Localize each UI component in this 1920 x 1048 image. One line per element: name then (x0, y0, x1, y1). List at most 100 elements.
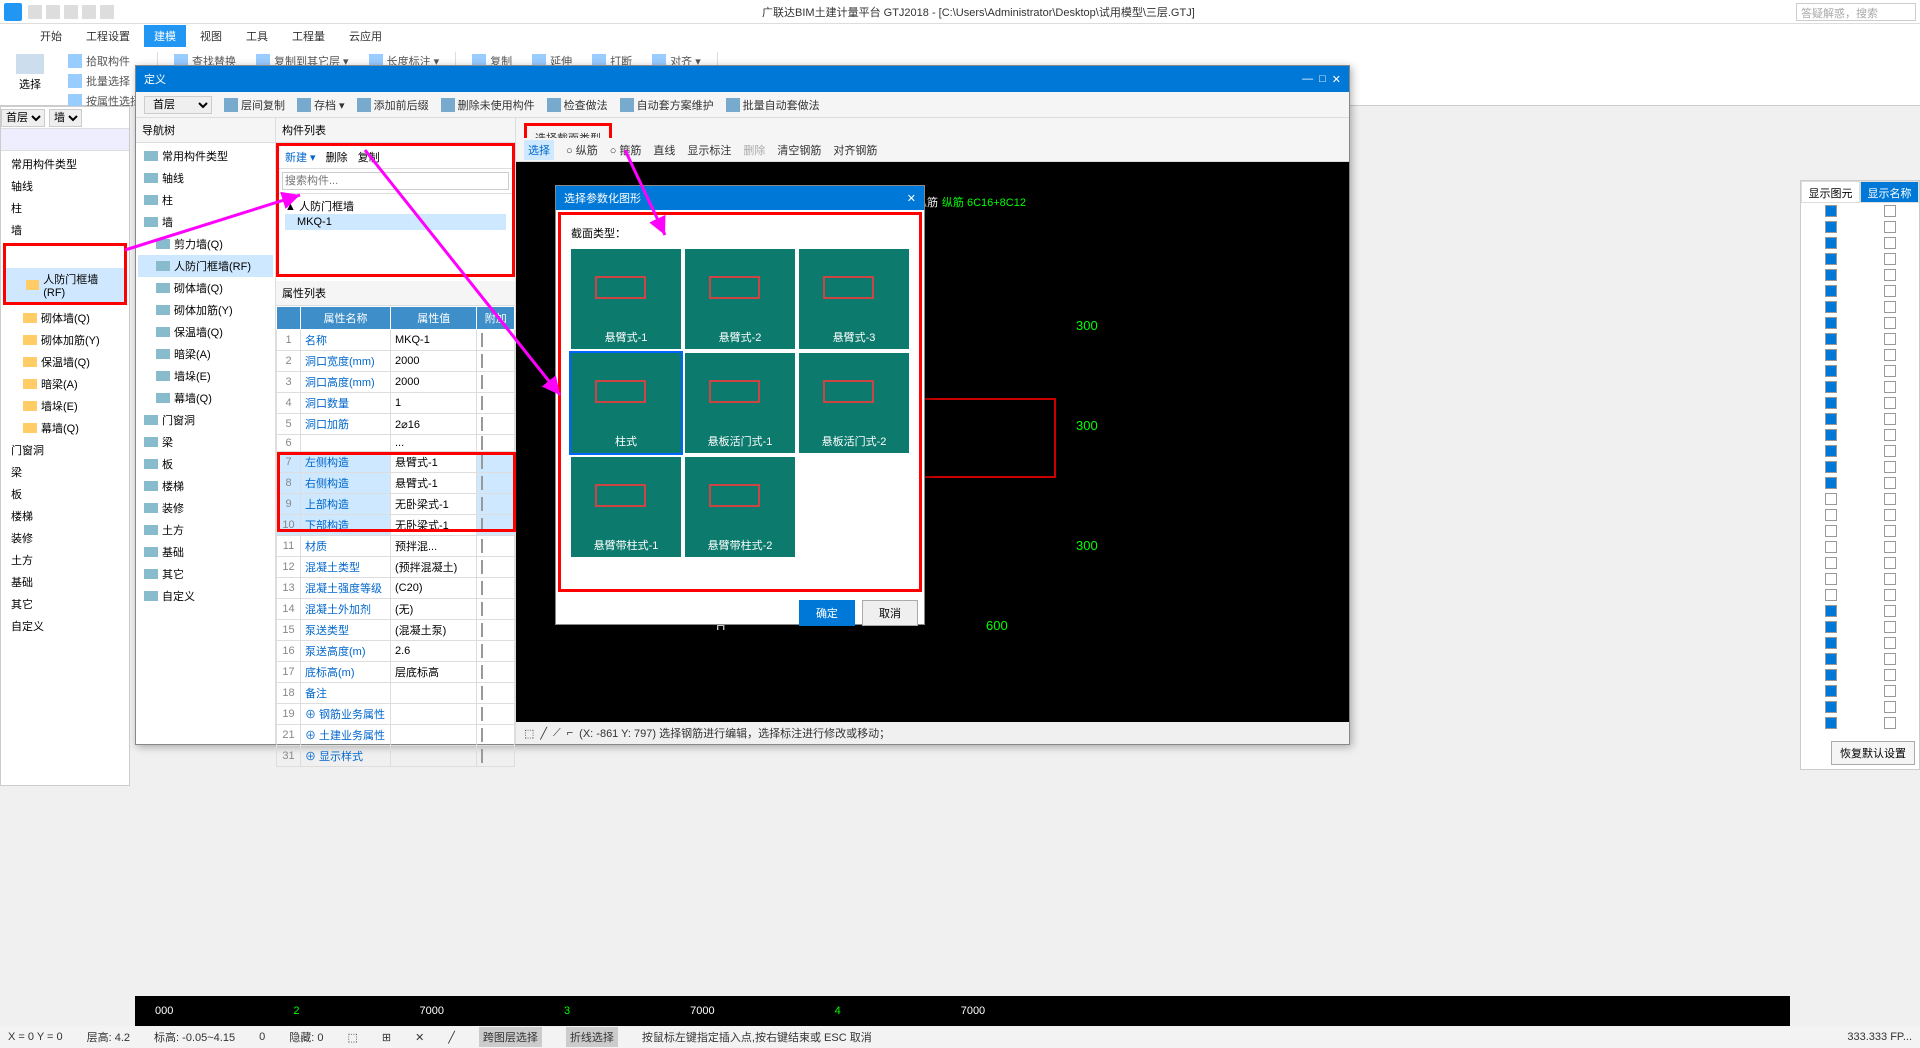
section-type-option[interactable]: 悬臂式-3 (799, 249, 909, 349)
nav-opening[interactable]: 门窗洞 (138, 409, 273, 431)
col-show-element[interactable]: 显示图元 (1801, 181, 1860, 203)
nav-hidden-beam[interactable]: 暗梁(A) (138, 343, 273, 365)
tree-wall[interactable]: 墙 (3, 219, 127, 241)
property-row[interactable]: 6... (277, 435, 515, 452)
visibility-row[interactable] (1801, 363, 1919, 379)
tree-masonry[interactable]: 砌体墙(Q) (3, 307, 127, 329)
visibility-row[interactable] (1801, 523, 1919, 539)
section-type-option[interactable]: 悬臂式-1 (571, 249, 681, 349)
sb-icon1[interactable]: ⬚ (347, 1031, 357, 1044)
def-floor-select[interactable]: 首层 (144, 96, 212, 114)
visibility-row[interactable] (1801, 715, 1919, 731)
tree-earth[interactable]: 土方 (3, 549, 127, 571)
visibility-row[interactable] (1801, 267, 1919, 283)
visibility-row[interactable] (1801, 539, 1919, 555)
section-type-option[interactable]: 悬臂带柱式-2 (685, 457, 795, 557)
comp-search-input[interactable] (282, 172, 509, 190)
qat-redo-icon[interactable] (100, 5, 114, 19)
tree-rf-wall[interactable]: 人防门框墙(RF) (6, 268, 124, 302)
tree-pier[interactable]: 墙垛(E) (3, 395, 127, 417)
nav-slab[interactable]: 板 (138, 453, 273, 475)
tree-insulation[interactable]: 保温墙(Q) (3, 351, 127, 373)
property-row[interactable]: 8右侧构造悬臂式-1 (277, 473, 515, 494)
nav-masonry[interactable]: 砌体墙(Q) (138, 277, 273, 299)
property-row[interactable]: 13混凝土强度等级(C20) (277, 578, 515, 599)
menu-modeling[interactable]: 建模 (144, 25, 186, 47)
property-row[interactable]: 11材质预拌混... (277, 536, 515, 557)
cv-clear[interactable]: 清空钢筋 (777, 142, 821, 158)
visibility-row[interactable] (1801, 571, 1919, 587)
nav-beam[interactable]: 梁 (138, 431, 273, 453)
nav-pier[interactable]: 墙垛(E) (138, 365, 273, 387)
property-row[interactable]: 9上部构造无卧梁式-1 (277, 494, 515, 515)
tree-reinforce[interactable]: 砌体加筋(Y) (3, 329, 127, 351)
cv-breakline-icon[interactable]: ⟋ (553, 727, 561, 740)
cv-longbar[interactable]: ○ 纵筋 (566, 142, 598, 158)
nav-custom[interactable]: 自定义 (138, 585, 273, 607)
property-row[interactable]: 15泵送类型(混凝土泵) (277, 620, 515, 641)
visibility-row[interactable] (1801, 331, 1919, 347)
property-row[interactable]: 19⊕ 钢筋业务属性 (277, 704, 515, 725)
section-type-option[interactable]: 悬臂带柱式-1 (571, 457, 681, 557)
section-type-option[interactable]: 悬臂式-2 (685, 249, 795, 349)
visibility-row[interactable] (1801, 411, 1919, 427)
visibility-row[interactable] (1801, 507, 1919, 523)
visibility-row[interactable] (1801, 299, 1919, 315)
qat-save-icon[interactable] (64, 5, 78, 19)
nav-insulation[interactable]: 保温墙(Q) (138, 321, 273, 343)
cv-delete[interactable]: 删除 (743, 142, 765, 158)
menu-start[interactable]: 开始 (30, 25, 72, 47)
property-row[interactable]: 3洞口高度(mm)2000 (277, 372, 515, 393)
nav-shear-wall[interactable]: 剪力墙(Q) (138, 233, 273, 255)
nav-axis[interactable]: 轴线 (138, 167, 273, 189)
visibility-row[interactable] (1801, 347, 1919, 363)
batch-auto-method[interactable]: 批量自动套做法 (726, 97, 820, 113)
comp-parent[interactable]: ▲ 人防门框墙 (285, 198, 506, 214)
visibility-row[interactable] (1801, 619, 1919, 635)
property-row[interactable]: 21⊕ 土建业务属性 (277, 725, 515, 746)
cv-show-ann[interactable]: 显示标注 (687, 142, 731, 158)
cv-tool-icon[interactable]: ⬚ (524, 727, 534, 740)
property-row[interactable]: 10下部构造无卧梁式-1 (277, 515, 515, 536)
qat-open-icon[interactable] (46, 5, 60, 19)
select-button[interactable]: 选择 (8, 52, 52, 101)
cv-corner-icon[interactable]: ⌐ (567, 727, 573, 739)
nav-stair[interactable]: 楼梯 (138, 475, 273, 497)
property-row[interactable]: 16泵送高度(m)2.6 (277, 641, 515, 662)
cv-line-icon[interactable]: ╱ (540, 727, 547, 740)
comp-copy-btn[interactable]: 复制 (358, 149, 380, 165)
cv-stirrup[interactable]: ○ 箍筋 (610, 142, 642, 158)
property-row[interactable]: 12混凝土类型(预拌混凝土) (277, 557, 515, 578)
reset-default-button[interactable]: 恢复默认设置 (1831, 741, 1915, 765)
nav-other[interactable]: 其它 (138, 563, 273, 585)
property-row[interactable]: 14混凝土外加剂(无) (277, 599, 515, 620)
sect-ok-button[interactable]: 确定 (799, 600, 855, 626)
tree-stair[interactable]: 楼梯 (3, 505, 127, 527)
category-select[interactable]: 墙 (49, 109, 82, 127)
visibility-row[interactable] (1801, 459, 1919, 475)
visibility-row[interactable] (1801, 651, 1919, 667)
sect-title-bar[interactable]: 选择参数化图形 ✕ (556, 186, 924, 210)
visibility-row[interactable] (1801, 379, 1919, 395)
menu-cloud[interactable]: 云应用 (339, 25, 392, 47)
tree-column[interactable]: 柱 (3, 197, 127, 219)
qat-new-icon[interactable] (28, 5, 42, 19)
visibility-row[interactable] (1801, 443, 1919, 459)
tree-custom[interactable]: 自定义 (3, 615, 127, 637)
visibility-row[interactable] (1801, 283, 1919, 299)
sect-cancel-button[interactable]: 取消 (862, 600, 918, 626)
sect-close-icon[interactable]: ✕ (907, 192, 916, 205)
menu-view[interactable]: 视图 (190, 25, 232, 47)
section-type-option[interactable]: 悬板活门式-2 (799, 353, 909, 453)
visibility-row[interactable] (1801, 203, 1919, 219)
property-row[interactable]: 4洞口数量1 (277, 393, 515, 414)
tree-slab[interactable]: 板 (3, 483, 127, 505)
menu-quantity[interactable]: 工程量 (282, 25, 335, 47)
nav-earth[interactable]: 土方 (138, 519, 273, 541)
tree-axis[interactable]: 轴线 (3, 175, 127, 197)
visibility-row[interactable] (1801, 491, 1919, 507)
comp-new-btn[interactable]: 新建 ▾ (285, 149, 316, 165)
visibility-row[interactable] (1801, 427, 1919, 443)
def-min-icon[interactable]: — (1302, 73, 1313, 86)
tree-other[interactable]: 其它 (3, 593, 127, 615)
